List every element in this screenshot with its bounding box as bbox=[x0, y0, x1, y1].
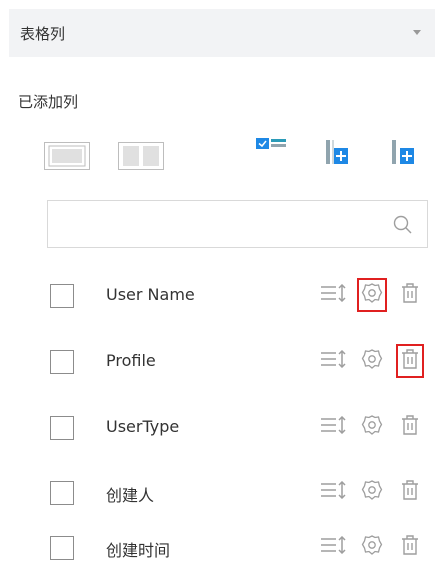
column-row: Profile bbox=[48, 341, 435, 381]
delete-icon[interactable] bbox=[400, 282, 420, 308]
column-row: 创建人 bbox=[48, 472, 435, 512]
gear-icon[interactable] bbox=[357, 278, 387, 312]
add-column-right-icon[interactable] bbox=[390, 140, 416, 170]
column-checkbox[interactable] bbox=[50, 536, 74, 560]
delete-icon[interactable] bbox=[400, 534, 420, 560]
column-checkbox[interactable] bbox=[50, 416, 74, 440]
column-checkbox[interactable] bbox=[50, 481, 74, 505]
column-label: 创建人 bbox=[106, 486, 155, 505]
gear-icon[interactable] bbox=[361, 348, 383, 374]
column-label: User Name bbox=[106, 285, 195, 304]
gear-icon[interactable] bbox=[361, 534, 383, 560]
column-row: 创建时间 bbox=[48, 527, 435, 567]
reorder-icon[interactable] bbox=[320, 349, 348, 372]
delete-icon[interactable] bbox=[400, 479, 420, 505]
column-row: UserType bbox=[48, 407, 435, 447]
gear-icon[interactable] bbox=[361, 414, 383, 440]
caret-down-icon[interactable] bbox=[413, 30, 421, 35]
add-column-icon[interactable] bbox=[324, 140, 350, 170]
full-width-layout-icon[interactable] bbox=[44, 142, 90, 174]
reorder-icon[interactable] bbox=[320, 535, 348, 558]
column-label: 创建时间 bbox=[106, 541, 171, 560]
column-checkbox[interactable] bbox=[50, 284, 74, 308]
dropdown-title: 表格列 bbox=[20, 24, 66, 43]
split-layout-icon[interactable] bbox=[118, 142, 164, 174]
reorder-icon[interactable] bbox=[320, 283, 348, 306]
table-columns-dropdown[interactable]: 表格列 bbox=[9, 9, 435, 57]
gear-icon[interactable] bbox=[361, 479, 383, 505]
reorder-icon[interactable] bbox=[320, 415, 348, 438]
search-input[interactable] bbox=[58, 201, 378, 247]
column-label: UserType bbox=[106, 417, 180, 436]
column-search-box bbox=[47, 200, 428, 248]
reorder-icon[interactable] bbox=[320, 480, 348, 503]
column-row: User Name bbox=[48, 275, 435, 315]
delete-icon[interactable] bbox=[400, 414, 420, 440]
search-icon[interactable] bbox=[393, 215, 413, 239]
column-checkbox[interactable] bbox=[50, 350, 74, 374]
delete-icon[interactable] bbox=[396, 344, 424, 378]
column-label: Profile bbox=[106, 351, 156, 370]
section-title: 已添加列 bbox=[18, 93, 79, 111]
check-column-icon[interactable] bbox=[256, 138, 286, 162]
